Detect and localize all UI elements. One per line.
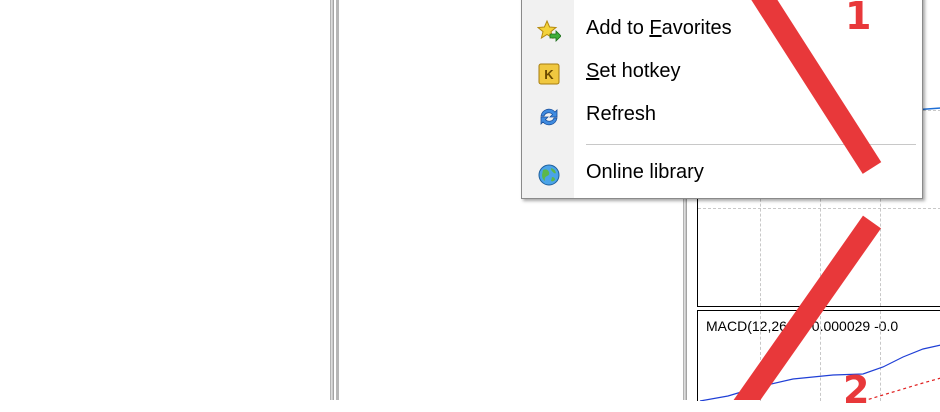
star-add-icon xyxy=(536,19,562,43)
navigator-tree-pane xyxy=(0,0,330,400)
macd-panel[interactable]: MACD(12,26,9) -0.000029 -0.0 xyxy=(697,310,940,401)
macd-svg xyxy=(699,344,940,401)
menu-item-label: Online library xyxy=(586,161,704,183)
menu-item-add-to-favorites[interactable]: Add to Favorites xyxy=(522,9,922,47)
menu-item-label: Refresh xyxy=(586,103,657,125)
globe-icon xyxy=(537,163,561,187)
menu-item-refresh[interactable]: Refresh xyxy=(522,95,922,133)
hotkey-k-icon: K xyxy=(537,62,561,86)
menu-item-label: Set hotkey xyxy=(586,60,681,82)
menu-item-set-hotkey[interactable]: K Set hotkey xyxy=(522,52,922,90)
svg-text:K: K xyxy=(544,67,554,82)
pane-splitter[interactable] xyxy=(330,0,334,400)
refresh-icon xyxy=(537,105,561,129)
macd-line xyxy=(699,344,940,401)
menu-item-online-library[interactable]: Online library xyxy=(522,153,922,191)
context-menu: Add to Favorites K Set hotkey Refresh On… xyxy=(521,0,923,199)
menu-separator xyxy=(586,144,916,145)
menu-item-label: Add to Favorites xyxy=(586,17,732,39)
signal-line xyxy=(862,377,940,401)
pane-border xyxy=(336,0,339,400)
